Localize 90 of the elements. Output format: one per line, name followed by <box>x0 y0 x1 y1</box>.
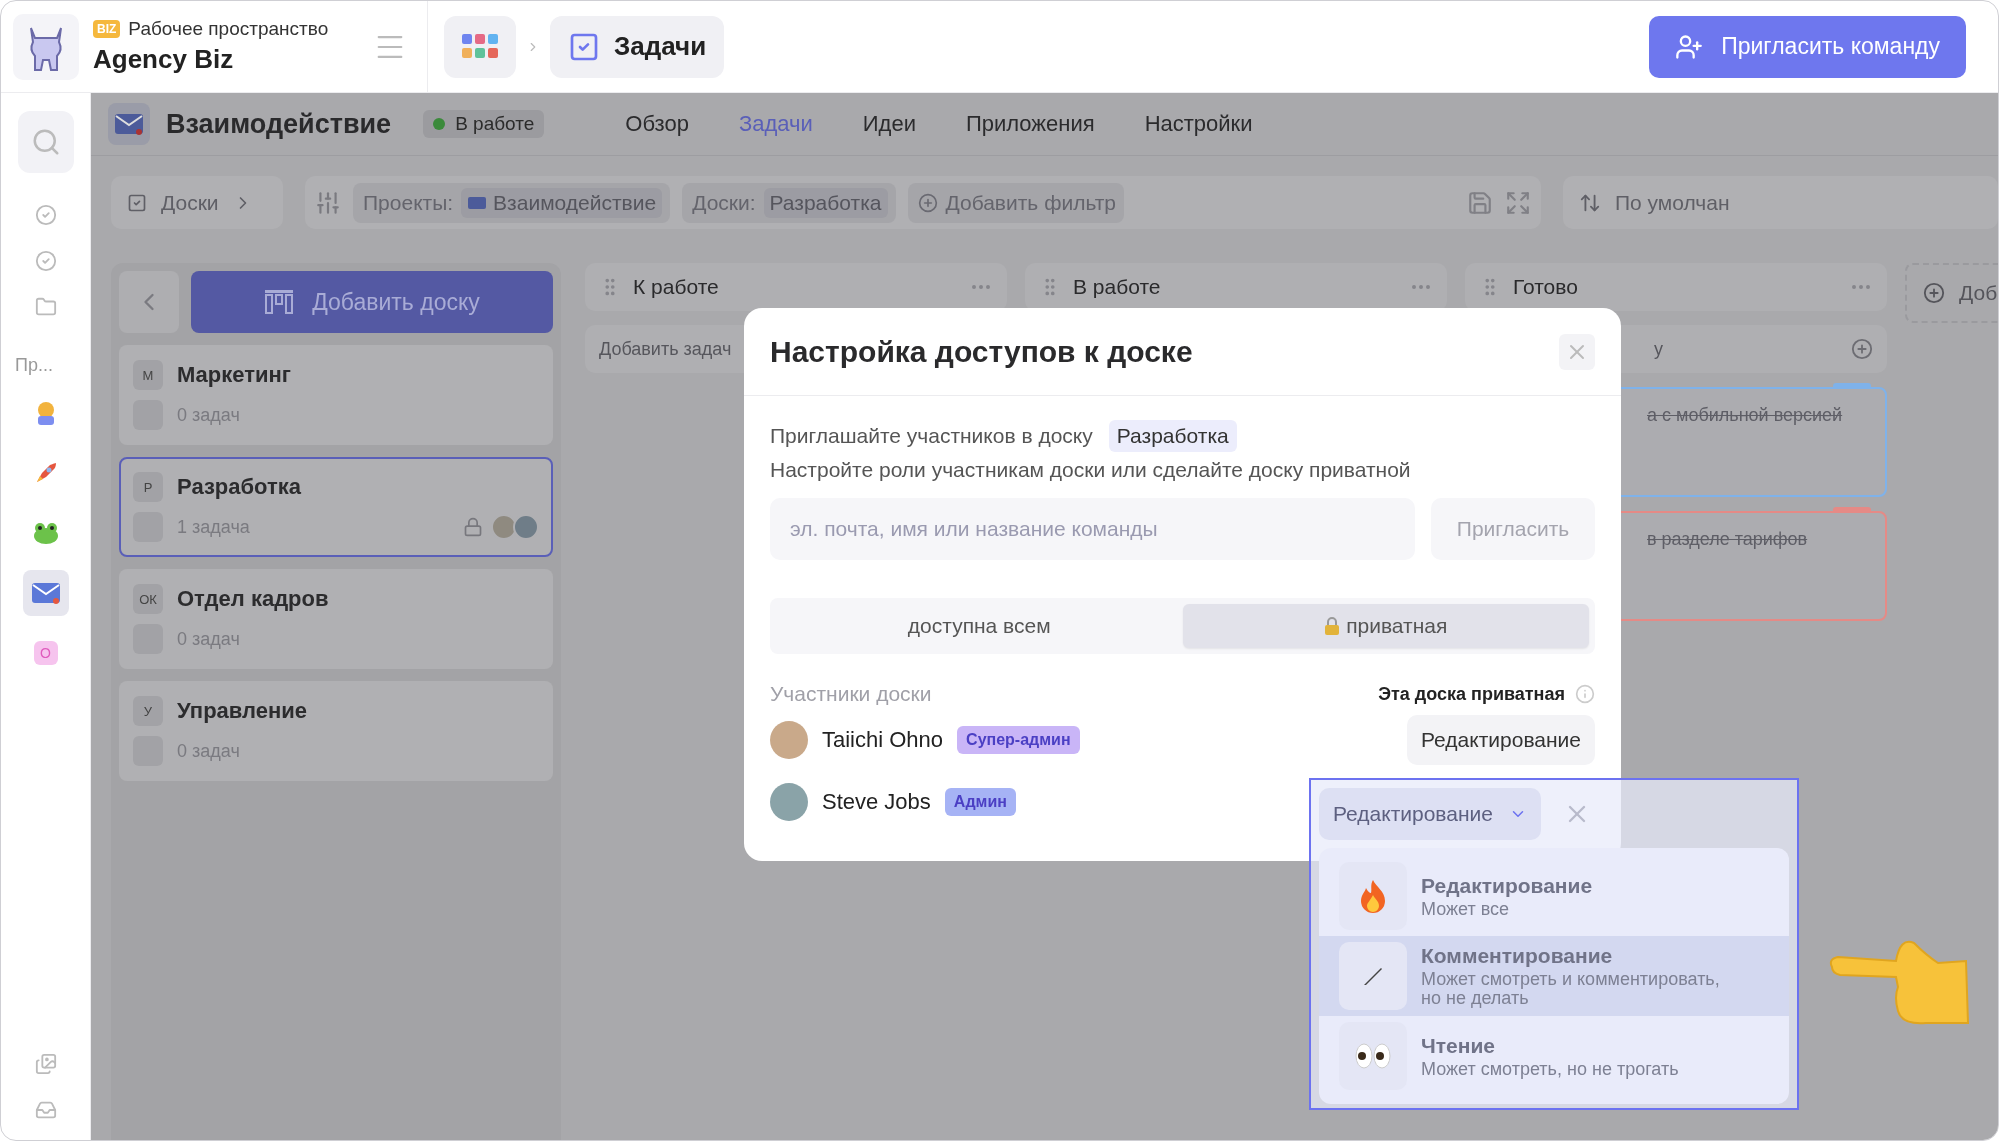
nav-tab[interactable]: Настройки <box>1127 111 1270 137</box>
avatar <box>770 783 808 821</box>
cat-logo <box>13 13 79 80</box>
project-button[interactable]: О <box>22 630 69 676</box>
role-option[interactable]: Чтение Может смотреть, но не трогать <box>1319 1016 1789 1096</box>
task-title: в разделе тарифов <box>1647 529 1808 549</box>
plus-icon[interactable] <box>1851 338 1873 360</box>
filter-label: Доски: <box>692 190 756 215</box>
tasks-tab[interactable]: Задачи <box>550 15 725 78</box>
option-description: Может смотреть и комментировать, но не делать <box>1421 970 1721 1008</box>
role-option[interactable]: Комментирование Может смотреть и комментировать, но не делать <box>1319 936 1789 1016</box>
project-letter: О <box>33 641 58 665</box>
plus-icon <box>1923 282 1945 304</box>
plus-icon <box>917 192 938 213</box>
invite-button[interactable]: Пригласить <box>1431 498 1595 560</box>
workspace-name: Agency Biz <box>93 44 235 75</box>
column-header[interactable]: К работе <box>585 263 1007 311</box>
lock-icon <box>463 517 483 537</box>
add-board-button[interactable]: Добавить доску <box>191 271 553 333</box>
board-name: Разработка <box>177 474 302 500</box>
avatar <box>770 721 808 759</box>
column-header[interactable]: Готово <box>1465 263 1887 311</box>
column-title: Готово <box>1513 275 1579 299</box>
option-description: Может все <box>1421 899 1511 919</box>
role-badge: Админ <box>944 788 1016 816</box>
project-button[interactable] <box>22 570 69 616</box>
filter-chip[interactable]: Доски: Разработка <box>682 182 896 223</box>
column-title: К работе <box>633 275 720 299</box>
info-icon[interactable] <box>1575 684 1595 704</box>
members-label: Участники доски <box>770 682 932 706</box>
board-initial: ОК <box>133 584 163 614</box>
frog-icon <box>31 521 60 545</box>
workspace-label: Рабочее пространство <box>128 18 329 40</box>
add-column-button[interactable]: Доб <box>1905 263 1998 323</box>
board-name: Отдел кадров <box>177 586 330 612</box>
intro-text: Приглашайте участников в доску <box>770 424 1093 448</box>
member-name: Taiichi Ohno <box>822 727 944 753</box>
invite-field[interactable]: эл. почта, имя или название команды <box>770 498 1415 560</box>
sort-button[interactable]: По умолчан <box>1573 190 1736 215</box>
nav-tab[interactable]: Обзор <box>608 111 706 137</box>
filter-chip[interactable]: Проекты: Взаимодействие <box>353 182 671 223</box>
column-header[interactable]: В работе <box>1025 263 1447 311</box>
back-button[interactable] <box>119 271 179 333</box>
visibility-option[interactable]: приватная <box>1182 604 1589 648</box>
add-filter-button[interactable]: Добавить фильтр <box>907 182 1124 223</box>
column-title: В работе <box>1073 275 1162 299</box>
role-badge: Супер-админ <box>957 726 1080 754</box>
option-title: Редактирование <box>1421 873 1594 898</box>
apps-button[interactable] <box>444 15 516 78</box>
invite-team-button[interactable]: Пригласить команду <box>1649 15 1966 78</box>
add-user-icon <box>1675 32 1704 61</box>
avatar <box>513 514 539 540</box>
status-pill[interactable]: В работе <box>423 110 545 138</box>
expand-icon[interactable] <box>1505 189 1531 216</box>
search-button[interactable] <box>17 111 74 173</box>
projects-label: Пр... <box>14 355 53 376</box>
biz-badge: BIZ <box>93 20 121 38</box>
task-title: а с мобильной версией <box>1647 405 1843 425</box>
board-initial: У <box>133 696 163 726</box>
option-title: Чтение <box>1421 1033 1496 1058</box>
private-note: Эта доска приватная <box>1378 683 1565 705</box>
close-button[interactable] <box>1559 333 1595 370</box>
flame-icon <box>1358 879 1388 913</box>
board-icon <box>127 192 147 213</box>
project-title: Взаимодействие <box>166 108 392 140</box>
padlock-icon <box>1324 616 1341 636</box>
nav-tab[interactable]: Задачи <box>721 111 830 137</box>
board-name: Управление <box>177 698 308 724</box>
filter-label: Проекты: <box>363 190 454 215</box>
nav-tab[interactable]: Идеи <box>845 111 933 137</box>
filter-value: Разработка <box>763 187 888 218</box>
board-tag: Разработка <box>1108 420 1237 452</box>
board-initial: М <box>133 360 163 390</box>
visibility-option[interactable]: доступна всем <box>776 604 1183 648</box>
board-columns-icon <box>264 289 295 315</box>
filter-value: Взаимодействие <box>461 187 663 218</box>
role-select[interactable]: Редактирование <box>1319 788 1541 840</box>
option-title: Комментирование <box>1421 944 1614 969</box>
board-initial: Р <box>133 472 163 502</box>
member-name: Steve Jobs <box>822 789 931 815</box>
role-option[interactable]: Редактирование Может все <box>1319 856 1789 936</box>
role-button[interactable]: Редактирование <box>1407 715 1595 765</box>
filter-sliders-icon[interactable] <box>315 189 341 216</box>
hint-text: Настройте роли участникам доски или сделайте доску приватной <box>770 458 1412 482</box>
eyes-icon <box>1354 1043 1392 1069</box>
option-description: Может смотреть, но не трогать <box>1421 1059 1680 1079</box>
save-icon[interactable] <box>1467 189 1493 216</box>
nav-tab[interactable]: Приложения <box>948 111 1112 137</box>
board-name: Маркетинг <box>177 362 292 388</box>
apps-grid-icon <box>462 33 498 60</box>
